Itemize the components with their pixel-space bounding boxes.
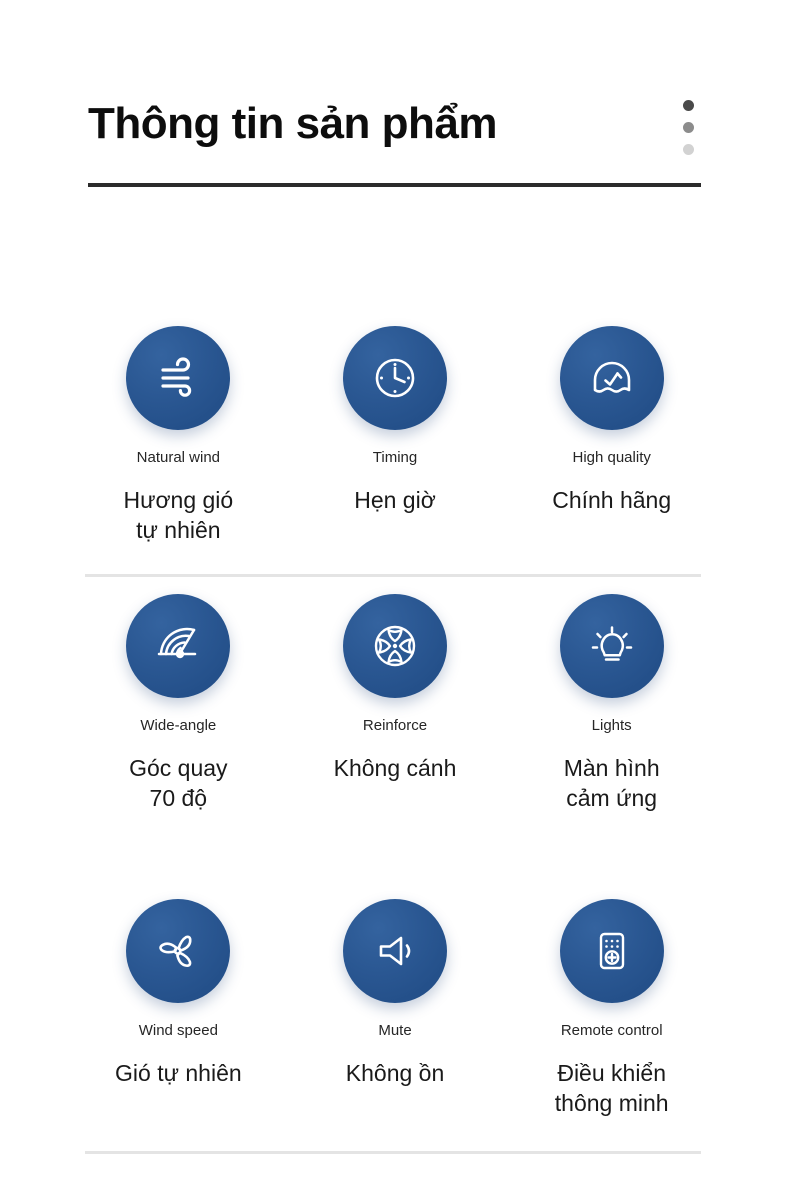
menu-dot-light-icon xyxy=(682,144,694,155)
clock-icon xyxy=(343,326,447,430)
feature-label-en: Natural wind xyxy=(136,449,221,466)
feature-item-high-quality[interactable]: High quality Chính hãng xyxy=(503,300,720,568)
speaker-mute-icon xyxy=(343,899,447,1003)
feature-item-mute[interactable]: Mute Không ồn xyxy=(287,873,504,1128)
feature-item-wind-speed[interactable]: Wind speed Gió tự nhiên xyxy=(70,873,287,1128)
feature-label-vi: Góc quay 70 độ xyxy=(129,755,228,811)
feature-label-en: Timing xyxy=(372,449,418,466)
feature-item-lights[interactable]: Lights Màn hình cảm ứng xyxy=(503,568,720,873)
feature-row: Wind speed Gió tự nhiên Mute Không ồn Re… xyxy=(0,873,790,1128)
feature-label-en: Lights xyxy=(591,717,632,734)
overflow-menu-dots[interactable] xyxy=(680,100,696,155)
product-info-page: Thông tin sản phẩm Natural wind Hương gi… xyxy=(0,0,790,1200)
feature-label-vi: Hẹn giờ xyxy=(354,487,436,513)
feature-row: Natural wind Hương gió tự nhiên Timing Hẹ… xyxy=(0,300,790,577)
feature-label-en: Remote control xyxy=(560,1022,663,1039)
quality-badge-icon xyxy=(559,326,664,430)
wind-lines-icon xyxy=(126,326,231,430)
feature-label-en: Wide-angle xyxy=(140,717,217,734)
page-title: Thông tin sản phẩm xyxy=(88,99,497,148)
title-underline xyxy=(88,183,701,187)
feature-label-vi: Gió tự nhiên xyxy=(115,1060,242,1086)
remote-control-icon xyxy=(559,899,664,1003)
feature-item-wide-angle[interactable]: Wide-angle Góc quay 70 độ xyxy=(70,568,287,873)
page-header: Thông tin sản phẩm xyxy=(88,96,702,196)
feature-item-timing[interactable]: Timing Hẹn giờ xyxy=(287,300,504,568)
bladeless-wheel-icon xyxy=(343,594,447,698)
feature-label-vi: Điều khiển thông minh xyxy=(554,1060,669,1116)
feature-grid: Natural wind Hương gió tự nhiên Timing Hẹ… xyxy=(0,300,790,1154)
feature-item-natural-wind[interactable]: Natural wind Hương gió tự nhiên xyxy=(70,300,287,568)
feature-label-vi: Không cánh xyxy=(333,755,457,781)
feature-label-en: Mute xyxy=(378,1022,412,1039)
feature-row: Wide-angle Góc quay 70 độ Reinforce Không… xyxy=(0,568,790,1154)
feature-label-vi: Hương gió tự nhiên xyxy=(123,487,234,543)
feature-label-vi: Màn hình cảm ứng xyxy=(563,755,660,811)
feature-label-en: High quality xyxy=(572,449,651,466)
gauge-wide-angle-icon xyxy=(126,594,231,698)
feature-label-en: Wind speed xyxy=(138,1022,218,1039)
feature-label-vi: Chính hãng xyxy=(552,487,672,513)
row-divider xyxy=(85,1151,701,1154)
menu-dot-dark-icon xyxy=(682,100,694,111)
feature-item-remote-control[interactable]: Remote control Điều khiển thông minh xyxy=(503,873,720,1128)
fan-propeller-icon xyxy=(126,899,231,1003)
menu-dot-medium-icon xyxy=(682,122,694,133)
feature-label-en: Reinforce xyxy=(362,717,428,734)
feature-item-bladeless[interactable]: Reinforce Không cánh xyxy=(287,568,504,873)
light-bulb-icon xyxy=(559,594,664,698)
feature-label-vi: Không ồn xyxy=(345,1060,445,1086)
